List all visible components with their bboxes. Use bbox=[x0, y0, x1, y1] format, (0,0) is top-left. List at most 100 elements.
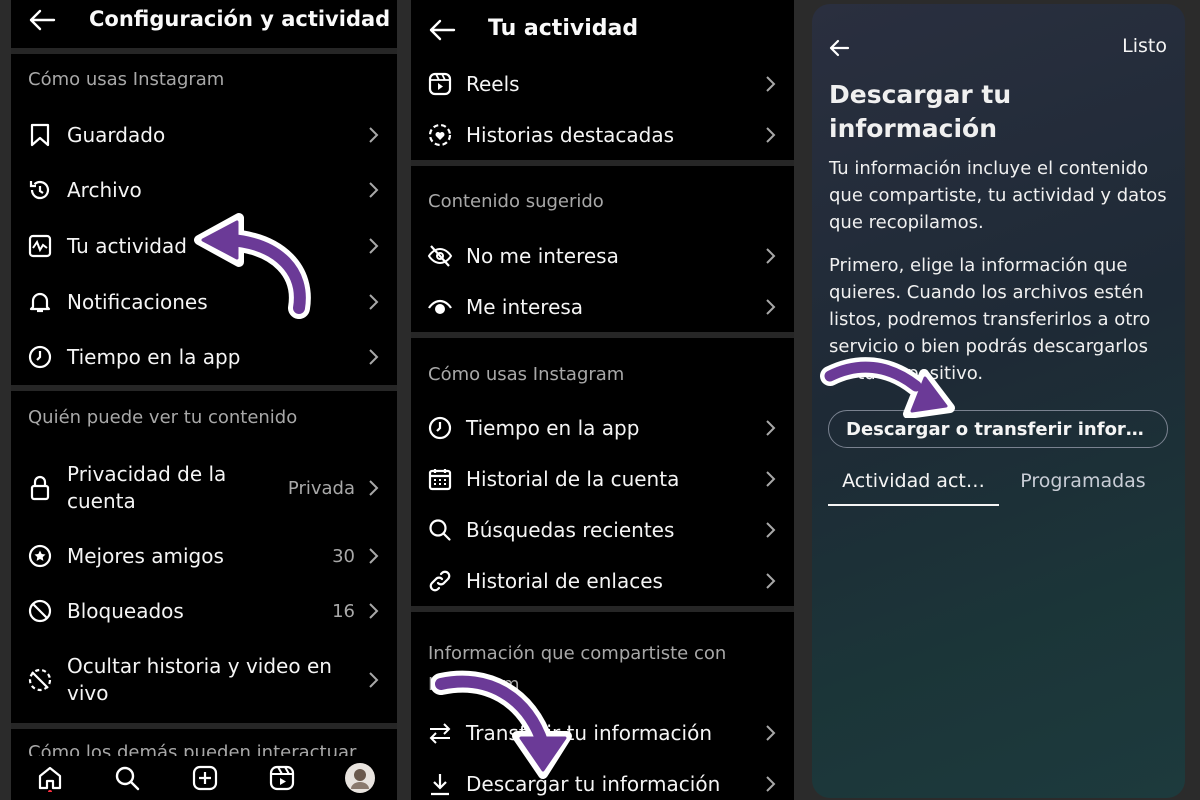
menu-item-label: Bloqueados bbox=[67, 598, 184, 623]
menu-item-label: Archivo bbox=[67, 177, 142, 202]
chevron-right-icon bbox=[367, 479, 379, 497]
menu-item-label: Tu actividad bbox=[67, 233, 187, 258]
menu-item-interested[interactable]: Me interesa bbox=[411, 285, 794, 329]
page-title: Descargar tu información bbox=[829, 80, 1012, 143]
menu-item-time-in-app[interactable]: Tiempo en la app bbox=[11, 335, 397, 379]
section-header: Cómo usas Instagram bbox=[428, 364, 625, 385]
menu-item-reels[interactable]: Reels bbox=[411, 62, 794, 106]
chevron-right-icon bbox=[764, 247, 776, 265]
chevron-right-icon bbox=[764, 724, 776, 742]
menu-item-recent-searches[interactable]: Búsquedas recientes bbox=[411, 508, 794, 552]
divider bbox=[411, 332, 794, 338]
menu-item-transfer-info[interactable]: Transferir tu información bbox=[411, 711, 794, 755]
activity-icon bbox=[27, 233, 53, 259]
menu-item-link-history[interactable]: Historial de enlaces bbox=[411, 559, 794, 603]
back-arrow-icon[interactable] bbox=[28, 8, 58, 32]
search-icon bbox=[427, 517, 453, 543]
eye-icon bbox=[427, 294, 453, 320]
clock-icon bbox=[427, 415, 453, 441]
description-text: Primero, elige la información que quiere… bbox=[829, 255, 1151, 384]
menu-item-label: Tiempo en la app bbox=[67, 344, 241, 369]
menu-item-label: Notificaciones bbox=[67, 289, 208, 314]
menu-item-label: Ocultar historia y video en vivo bbox=[67, 654, 332, 705]
chevron-right-icon bbox=[367, 237, 379, 255]
chevron-right-icon bbox=[764, 126, 776, 144]
download-info-panel: Listo Descargar tu información Tu inform… bbox=[812, 4, 1185, 798]
menu-item-account-privacy[interactable]: Privacidad de la cuenta Privada bbox=[11, 460, 397, 516]
section-header: Información que compartiste con Instagra… bbox=[428, 643, 727, 695]
chevron-right-icon bbox=[764, 470, 776, 488]
chevron-right-icon bbox=[764, 775, 776, 793]
chevron-right-icon bbox=[367, 547, 379, 565]
chevron-right-icon bbox=[367, 181, 379, 199]
chevron-right-icon bbox=[367, 126, 379, 144]
bookmark-icon bbox=[27, 122, 53, 148]
clock-icon bbox=[27, 344, 53, 370]
menu-item-label: Historias destacadas bbox=[466, 122, 675, 147]
chevron-right-icon bbox=[764, 572, 776, 590]
reels-icon[interactable] bbox=[268, 764, 296, 792]
menu-item-label: Mejores amigos bbox=[67, 543, 224, 568]
tab-scheduled[interactable]: Programadas bbox=[1004, 470, 1162, 506]
menu-item-blocked[interactable]: Bloqueados 16 bbox=[11, 589, 397, 633]
page-title: Configuración y actividad bbox=[89, 7, 391, 31]
menu-item-label: Transferir tu información bbox=[466, 720, 713, 745]
hide-story-icon bbox=[27, 667, 53, 693]
bell-icon bbox=[27, 289, 53, 315]
menu-item-label: Historial de enlaces bbox=[466, 568, 663, 593]
menu-item-your-activity[interactable]: Tu actividad bbox=[11, 224, 397, 268]
menu-item-notifications[interactable]: Notificaciones bbox=[11, 280, 397, 324]
search-icon[interactable] bbox=[113, 764, 141, 792]
menu-item-label: Búsquedas recientes bbox=[466, 517, 675, 542]
menu-item-label: Descargar tu información bbox=[466, 771, 721, 796]
menu-item-saved[interactable]: Guardado bbox=[11, 113, 397, 157]
menu-item-account-history[interactable]: Historial de la cuenta bbox=[411, 457, 794, 501]
count-badge: 30 bbox=[332, 545, 355, 567]
privacy-value: Privada bbox=[287, 477, 355, 499]
chevron-right-icon bbox=[367, 293, 379, 311]
menu-item-hide-story[interactable]: Ocultar historia y video en vivo bbox=[11, 652, 397, 708]
settings-panel: Configuración y actividad Cómo usas Inst… bbox=[11, 0, 397, 800]
highlight-heart-icon bbox=[427, 122, 453, 148]
your-activity-panel: Tu actividad Reels Historias destacadas … bbox=[411, 0, 794, 800]
download-icon bbox=[427, 771, 453, 797]
star-circle-icon bbox=[27, 543, 53, 569]
menu-item-archive[interactable]: Archivo bbox=[11, 168, 397, 212]
chevron-right-icon bbox=[764, 521, 776, 539]
chevron-right-icon bbox=[367, 671, 379, 689]
menu-item-label: Tiempo en la app bbox=[466, 415, 640, 440]
menu-item-label: Guardado bbox=[67, 122, 166, 147]
menu-item-label: Privacidad de la cuenta bbox=[67, 462, 227, 513]
back-arrow-icon[interactable] bbox=[828, 38, 858, 62]
divider bbox=[11, 723, 397, 729]
section-header: Quién puede ver tu contenido bbox=[28, 407, 298, 428]
menu-item-highlights[interactable]: Historias destacadas bbox=[411, 113, 794, 157]
chevron-right-icon bbox=[764, 75, 776, 93]
chevron-right-icon bbox=[764, 419, 776, 437]
link-icon bbox=[427, 568, 453, 594]
lock-icon bbox=[27, 475, 53, 501]
transfer-arrows-icon bbox=[427, 720, 453, 746]
back-arrow-icon[interactable] bbox=[428, 18, 458, 42]
menu-item-close-friends[interactable]: Mejores amigos 30 bbox=[11, 534, 397, 578]
divider bbox=[11, 385, 397, 391]
reels-icon bbox=[427, 71, 453, 97]
home-icon[interactable] bbox=[36, 764, 64, 792]
profile-avatar[interactable] bbox=[344, 762, 376, 794]
menu-item-not-interested[interactable]: No me interesa bbox=[411, 234, 794, 278]
menu-item-time-in-app[interactable]: Tiempo en la app bbox=[411, 406, 794, 450]
section-header: Cómo usas Instagram bbox=[28, 69, 225, 90]
description-text: Tu información incluye el contenido que … bbox=[829, 158, 1167, 233]
menu-item-label: Historial de la cuenta bbox=[466, 466, 680, 491]
menu-item-download-info[interactable]: Descargar tu información bbox=[411, 762, 794, 800]
menu-item-label: Me interesa bbox=[466, 294, 584, 319]
create-post-icon[interactable] bbox=[191, 764, 219, 792]
download-transfer-button[interactable]: Descargar o transferir infor… bbox=[828, 410, 1168, 448]
section-header: Contenido sugerido bbox=[428, 191, 604, 212]
chevron-right-icon bbox=[367, 348, 379, 366]
tab-current-activity[interactable]: Actividad act… bbox=[828, 470, 999, 506]
done-button[interactable]: Listo bbox=[1122, 35, 1167, 57]
page-title: Tu actividad bbox=[488, 16, 639, 41]
calendar-icon bbox=[427, 466, 453, 492]
eye-off-icon bbox=[427, 243, 453, 269]
